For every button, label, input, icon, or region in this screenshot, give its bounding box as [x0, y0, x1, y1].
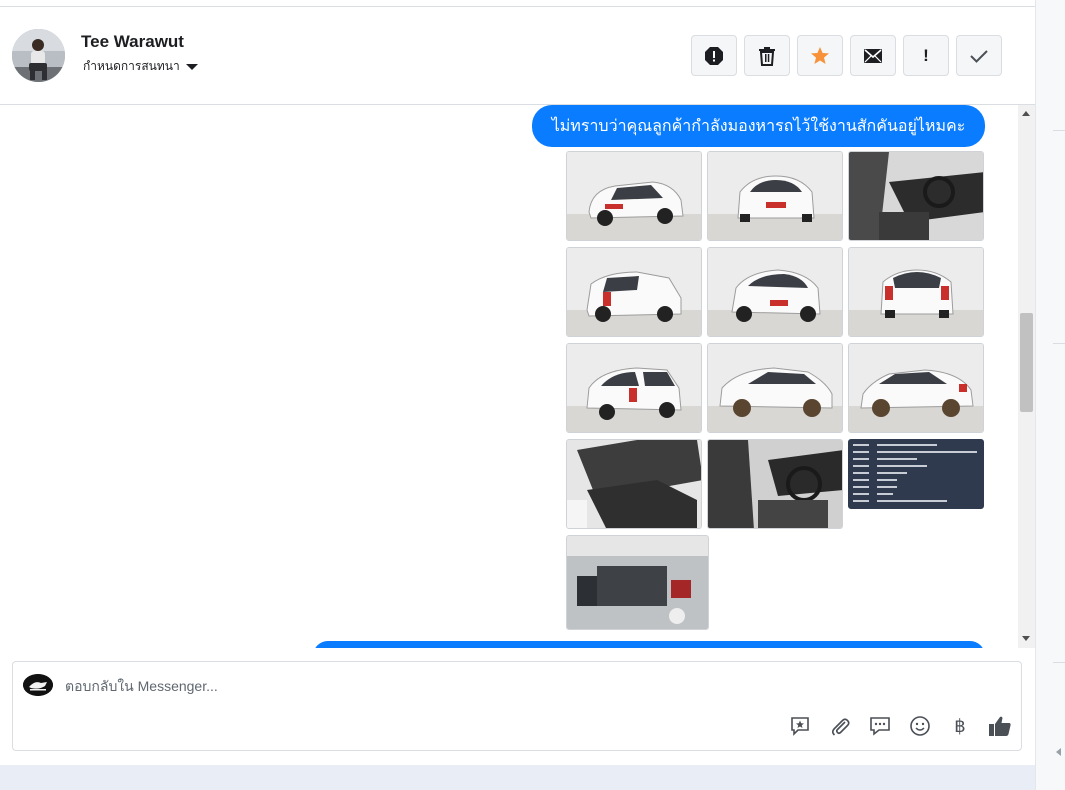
- car-interior-dashboard-photo[interactable]: [848, 151, 984, 241]
- car-spec-sheet-photo[interactable]: [848, 439, 984, 509]
- mark-done-button[interactable]: [956, 35, 1002, 76]
- avatar-photo: [12, 29, 65, 82]
- star-icon: [811, 46, 829, 64]
- divider: [1053, 662, 1065, 663]
- saved-replies-button[interactable]: [787, 714, 813, 738]
- car-rear-left-photo[interactable]: [566, 247, 702, 337]
- star-button[interactable]: [797, 35, 843, 76]
- outgoing-message-bubble[interactable]: ไม่ทราบว่าคุณลูกค้ากำลังมองหารถไว้ใช้งาน…: [532, 105, 985, 147]
- mark-unread-button[interactable]: [850, 35, 896, 76]
- message-list: ไม่ทราบว่าคุณลูกค้ากำลังมองหารถไว้ใช้งาน…: [0, 105, 1018, 648]
- attachment-icon: [831, 718, 850, 736]
- divider: [1053, 130, 1065, 131]
- emoji-button[interactable]: [907, 714, 933, 738]
- side-panel-edge: [1035, 0, 1065, 790]
- conversation-header: Tee Warawut กำหนดการสนทนา !: [0, 7, 1035, 105]
- car-front-angle-photo[interactable]: [707, 247, 843, 337]
- divider: [1053, 343, 1065, 344]
- send-like-button[interactable]: [987, 714, 1013, 738]
- conversation-settings-label: กำหนดการสนทนา: [83, 58, 180, 73]
- important-icon: !: [923, 45, 929, 65]
- spam-icon: [705, 46, 723, 65]
- message-list-scrollbar[interactable]: [1018, 105, 1035, 648]
- conversation-toolbar: !: [691, 35, 1002, 76]
- car-front-photo[interactable]: [707, 151, 843, 241]
- emoji-icon: [910, 716, 930, 736]
- car-driver-seat-photo[interactable]: [707, 439, 843, 529]
- check-icon: [970, 49, 988, 63]
- mail-icon: [864, 48, 882, 63]
- scrollbar-thumb[interactable]: [1020, 313, 1033, 412]
- payment-button[interactable]: ฿: [947, 714, 973, 738]
- caret-down-icon: [185, 64, 198, 70]
- page-background: [0, 765, 1035, 790]
- scroll-up-arrow-icon[interactable]: [1022, 111, 1030, 116]
- conversation-panel: Tee Warawut กำหนดการสนทนา ! ไม่ทราบว่าคุ…: [0, 0, 1035, 765]
- conversation-settings-dropdown[interactable]: กำหนดการสนทนา: [83, 57, 198, 75]
- composer-toolbar: ฿: [787, 714, 1013, 738]
- outgoing-message-bubble-partial[interactable]: [313, 641, 985, 648]
- message-composer: ฿: [12, 661, 1022, 751]
- quick-reply-icon: [870, 717, 890, 736]
- page-logo-icon: [23, 674, 53, 696]
- mark-spam-button[interactable]: [691, 35, 737, 76]
- attach-file-button[interactable]: [827, 714, 853, 738]
- scroll-left-arrow-icon[interactable]: [1056, 748, 1061, 756]
- mark-important-button[interactable]: !: [903, 35, 949, 76]
- car-side-right-photo[interactable]: [707, 343, 843, 433]
- saved-reply-icon: [791, 717, 809, 736]
- avatar[interactable]: [12, 29, 65, 82]
- baht-icon: ฿: [954, 715, 966, 737]
- scroll-down-arrow-icon[interactable]: [1022, 636, 1030, 641]
- trash-icon: [759, 46, 775, 66]
- car-front-left-photo[interactable]: [566, 151, 702, 241]
- car-rear-photo[interactable]: [848, 247, 984, 337]
- car-rear-seats-photo[interactable]: [566, 439, 702, 529]
- page-avatar: [23, 674, 53, 696]
- thumbs-up-icon: [989, 716, 1011, 736]
- car-rear-three-quarter-photo[interactable]: [566, 343, 702, 433]
- message-text: ไม่ทราบว่าคุณลูกค้ากำลังมองหารถไว้ใช้งาน…: [551, 115, 966, 135]
- contact-name: Tee Warawut: [81, 32, 184, 51]
- delete-button[interactable]: [744, 35, 790, 76]
- car-side-left-photo[interactable]: [848, 343, 984, 433]
- quick-replies-button[interactable]: [867, 714, 893, 738]
- reply-input[interactable]: [65, 676, 765, 696]
- car-engine-bay-photo[interactable]: [566, 535, 709, 630]
